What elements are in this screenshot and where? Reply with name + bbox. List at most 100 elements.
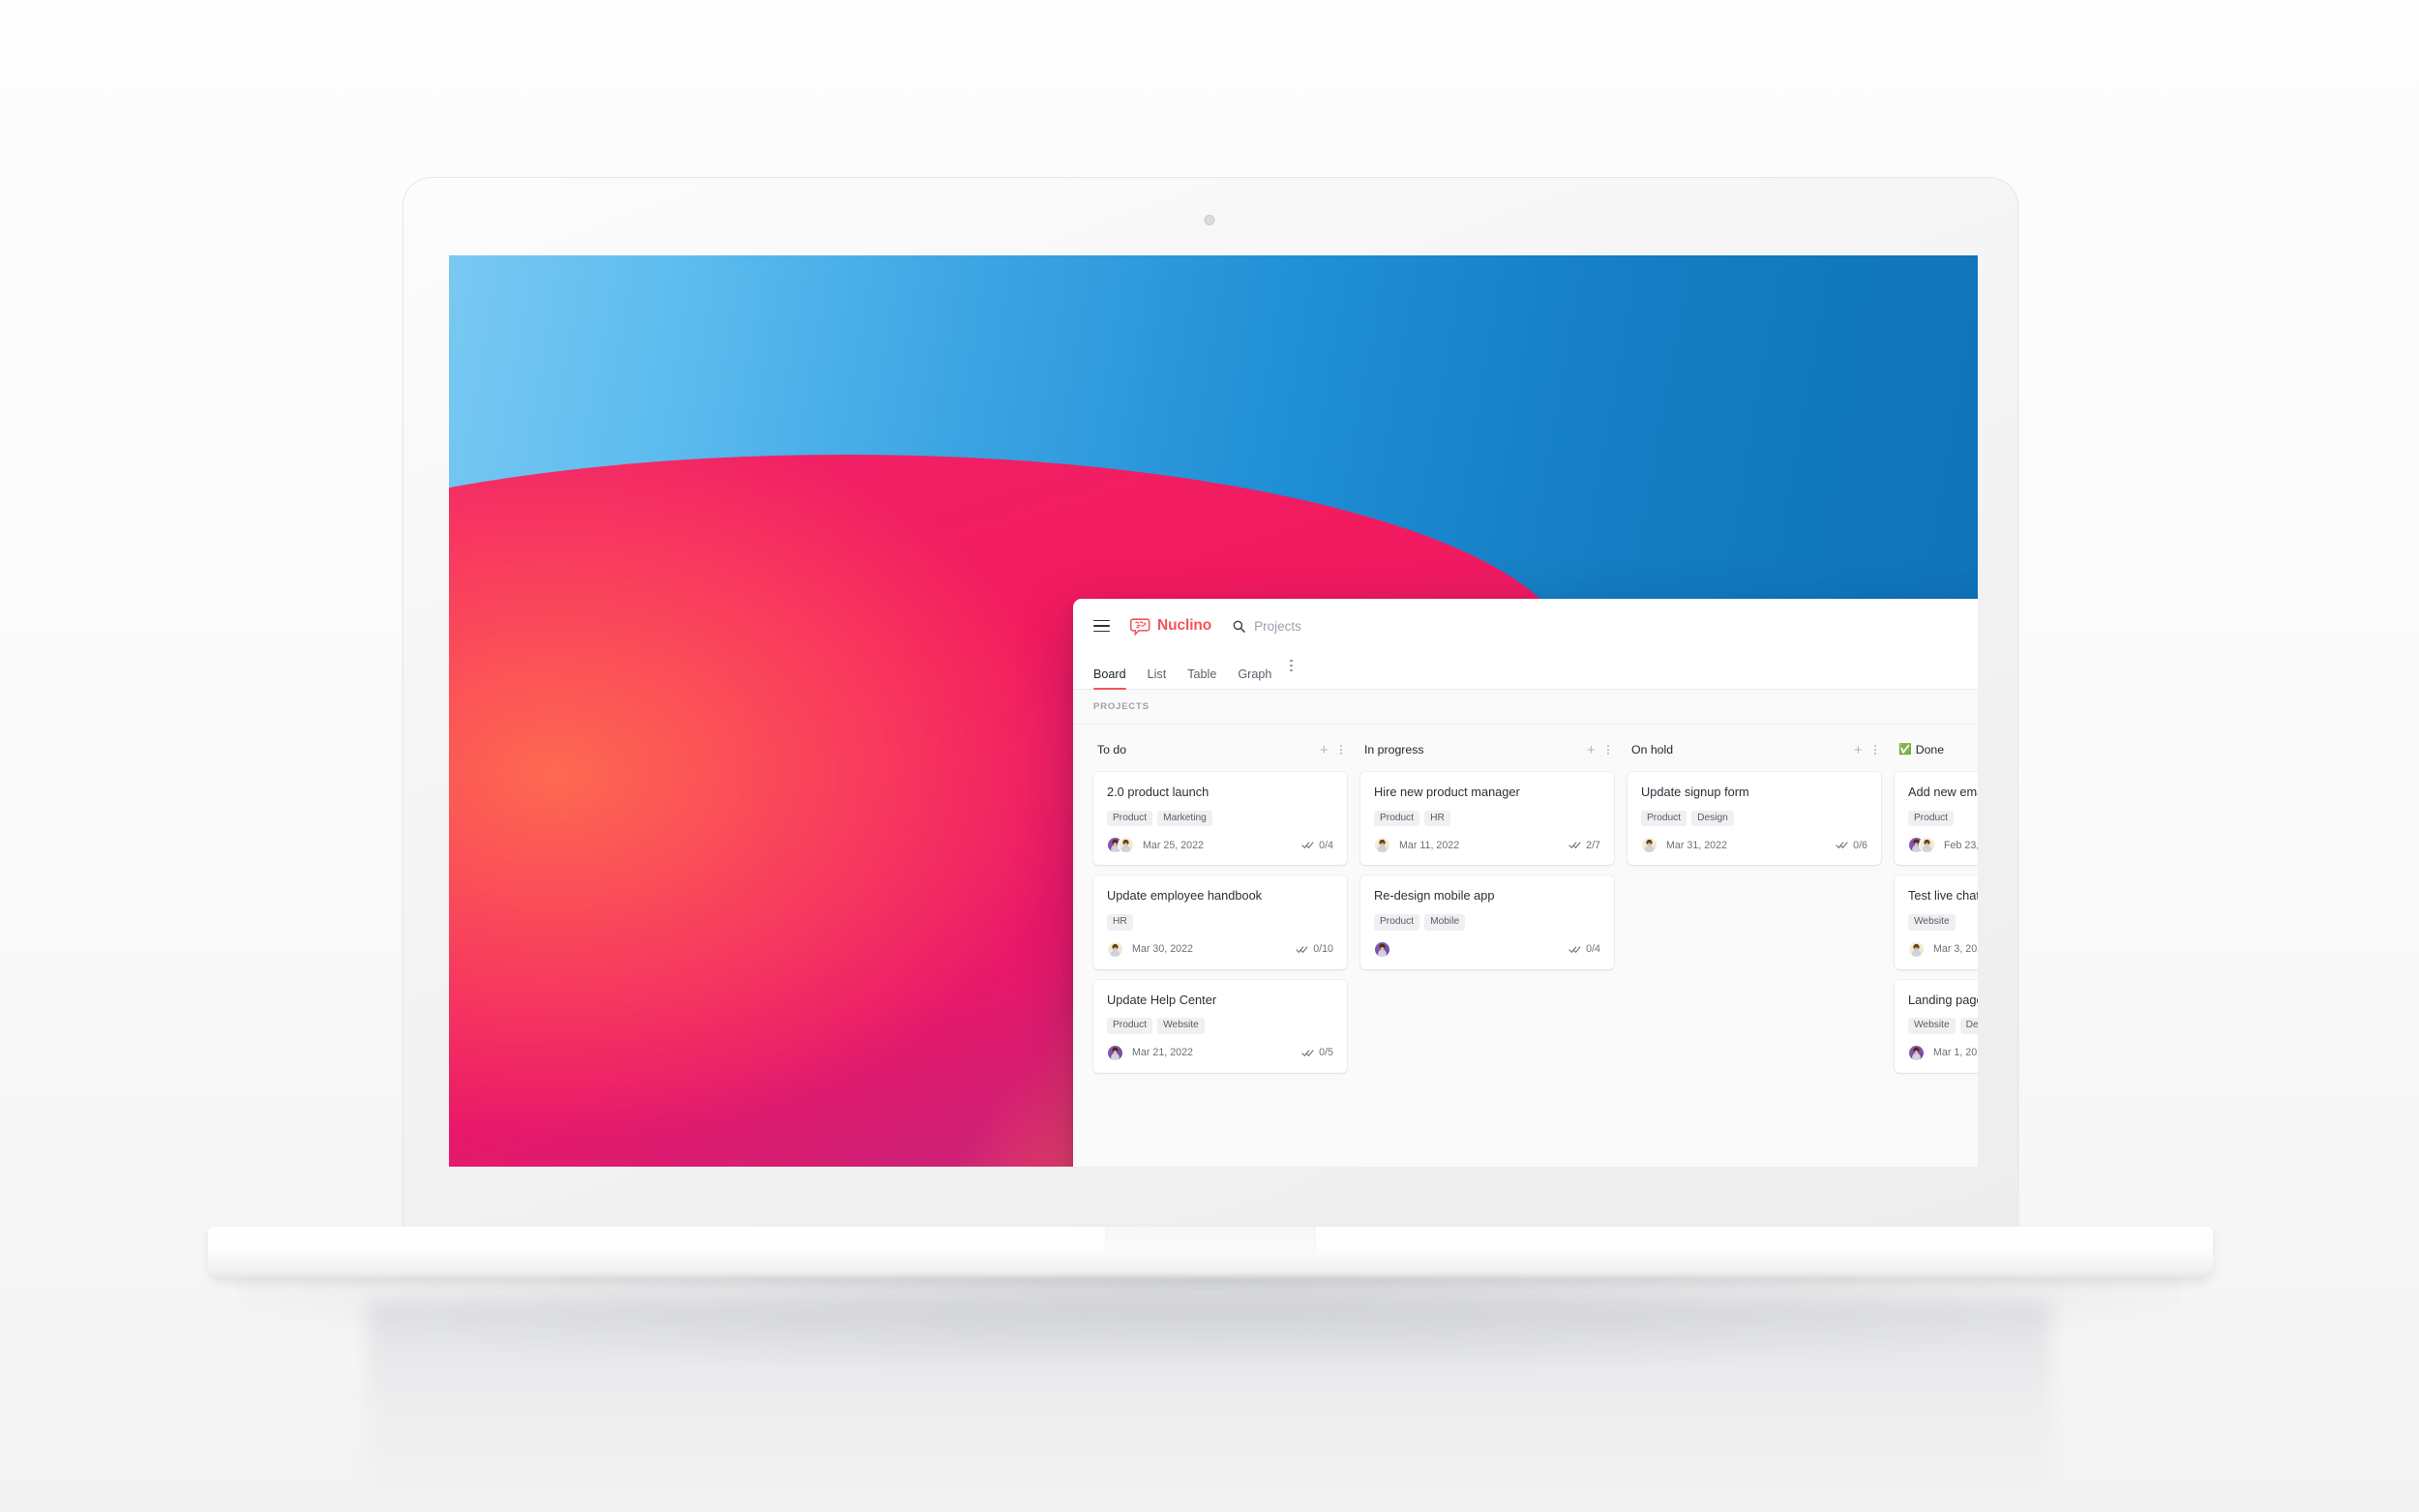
avatar <box>1107 940 1123 958</box>
tab-table-label: Table <box>1187 667 1217 681</box>
board-card[interactable]: Test live chat on the website Website Ma… <box>1895 875 1978 969</box>
board-card[interactable]: Hire new product manager Product HR Mar … <box>1360 772 1614 866</box>
column-add-card-button[interactable]: + <box>1320 743 1329 757</box>
card-checklist: 0/6 <box>1836 840 1867 851</box>
board-card[interactable]: Update signup form Product Design Mar 31… <box>1628 772 1881 866</box>
check-mark-icon: ✅ <box>1898 743 1912 756</box>
search-icon <box>1233 620 1245 633</box>
card-tag[interactable]: Design <box>1959 1018 1978 1034</box>
board-column-done: ✅ Done + Add new email notifications Pro… <box>1888 739 1978 1167</box>
board-card[interactable]: Re-design mobile app Product Mobile 0/4 <box>1360 875 1614 969</box>
tabs-more-button[interactable] <box>1282 653 1301 689</box>
board-card[interactable]: Add new email notifications Product Feb … <box>1895 772 1978 866</box>
card-checklist: 0/10 <box>1296 943 1333 955</box>
checklist-count: 2/7 <box>1586 839 1600 851</box>
card-date: Mar 25, 2022 <box>1143 839 1204 851</box>
avatar <box>1107 1044 1123 1061</box>
laptop-reflection <box>368 1301 2051 1509</box>
card-tags: Product Mobile <box>1374 913 1600 931</box>
double-check-icon <box>1296 946 1308 953</box>
card-footer: Mar 11, 2022 2/7 <box>1374 837 1600 854</box>
card-assignees <box>1908 940 1925 958</box>
column-title: On hold <box>1631 743 1674 756</box>
checklist-count: 0/6 <box>1853 839 1867 851</box>
card-tag[interactable]: Website <box>1908 913 1956 931</box>
card-tag[interactable]: HR <box>1107 913 1133 931</box>
hamburger-menu-icon[interactable] <box>1093 619 1110 633</box>
card-tag[interactable]: Website <box>1157 1018 1205 1034</box>
board-card[interactable]: Update employee handbook HR Mar 30, 2022 <box>1093 875 1347 969</box>
checklist-count: 0/10 <box>1313 943 1333 956</box>
checklist-count: 0/4 <box>1319 839 1333 851</box>
nuclino-app-window: Nuclino Projects INVITE <box>1073 599 1978 1167</box>
card-tag[interactable]: Product <box>1107 1018 1153 1034</box>
avatar <box>1908 940 1925 958</box>
card-assignees <box>1107 940 1123 958</box>
checklist-count: 0/5 <box>1319 1047 1333 1059</box>
column-add-card-button[interactable]: + <box>1587 743 1596 757</box>
board-area: PROJECTS + « To do + <box>1073 690 1978 1167</box>
card-title: Test live chat on the website <box>1908 888 1978 904</box>
card-assignees <box>1374 940 1390 958</box>
card-footer: Mar 31, 2022 0/6 <box>1641 837 1867 854</box>
search-input[interactable]: Projects <box>1233 619 1301 634</box>
card-tag[interactable]: Product <box>1107 810 1153 827</box>
card-tags: Product Design <box>1641 810 1867 827</box>
tab-list[interactable]: List <box>1137 667 1178 689</box>
card-date: Feb 23, 2022 <box>1944 839 1978 851</box>
card-tags: Product HR <box>1374 810 1600 827</box>
board-card[interactable]: Landing page optimization Website Design… <box>1895 979 1978 1073</box>
card-assignees <box>1107 1044 1123 1061</box>
scene: Nuclino Projects INVITE <box>0 0 2419 1512</box>
board-card[interactable]: 2.0 product launch Product Marketing Mar… <box>1093 772 1347 866</box>
card-title: Update employee handbook <box>1107 888 1263 904</box>
column-header: On hold + <box>1628 739 1881 760</box>
board-card[interactable]: Update Help Center Product Website Mar 2… <box>1093 979 1347 1073</box>
column-menu-button[interactable] <box>1339 744 1342 756</box>
avatar <box>1908 1044 1925 1061</box>
card-tag[interactable]: Product <box>1641 810 1687 827</box>
tab-table[interactable]: Table <box>1177 667 1227 689</box>
card-tags: Product Marketing <box>1107 810 1333 827</box>
tab-board[interactable]: Board <box>1093 667 1137 690</box>
card-footer: Feb 23, 2022 5/5 <box>1908 837 1978 854</box>
card-tag[interactable]: Mobile <box>1424 913 1466 931</box>
column-title: In progress <box>1364 743 1424 756</box>
column-add-card-button[interactable]: + <box>1854 743 1863 757</box>
card-date: Mar 1, 2022 <box>1933 1047 1978 1059</box>
avatar <box>1641 837 1657 854</box>
column-menu-button[interactable] <box>1606 744 1609 756</box>
double-check-icon <box>1301 842 1314 849</box>
card-date: Mar 21, 2022 <box>1132 1047 1193 1059</box>
column-header: In progress + <box>1360 739 1614 760</box>
column-menu-button[interactable] <box>1873 744 1876 756</box>
tab-graph-label: Graph <box>1238 667 1272 681</box>
card-tag[interactable]: Website <box>1908 1018 1956 1034</box>
board-column-on-hold: On hold + Update signup form Product Des… <box>1621 739 1888 1167</box>
laptop-base <box>208 1227 2213 1280</box>
view-tabs: Board List Table Graph <box>1073 653 1978 690</box>
column-header: ✅ Done + <box>1895 739 1978 760</box>
tab-graph[interactable]: Graph <box>1227 667 1282 689</box>
double-check-icon <box>1301 1050 1314 1056</box>
card-tags: Website Design Marketing <box>1908 1018 1978 1034</box>
card-date: Mar 31, 2022 <box>1666 839 1727 851</box>
card-title: Add new email notifications <box>1908 785 1978 799</box>
app-header: Nuclino Projects INVITE <box>1073 599 1978 653</box>
card-tag[interactable]: Product <box>1374 913 1420 931</box>
avatar <box>1374 837 1390 854</box>
brand-logo[interactable]: Nuclino <box>1130 617 1211 636</box>
card-footer: Mar 3, 2022 7/7 <box>1908 940 1978 958</box>
double-check-icon <box>1836 842 1848 849</box>
laptop-base-notch <box>1105 1227 1316 1258</box>
board-column-in-progress: In progress + Hire new product manager P… <box>1354 739 1621 1167</box>
webcam-icon <box>1204 215 1215 225</box>
card-tag[interactable]: HR <box>1424 810 1450 827</box>
card-tag[interactable]: Product <box>1374 810 1420 827</box>
card-tag[interactable]: Product <box>1908 810 1955 827</box>
card-date: Mar 11, 2022 <box>1399 839 1460 851</box>
card-tag[interactable]: Marketing <box>1157 810 1212 827</box>
column-title: To do <box>1097 743 1127 756</box>
tab-board-label: Board <box>1093 667 1126 681</box>
card-tag[interactable]: Design <box>1691 810 1734 827</box>
